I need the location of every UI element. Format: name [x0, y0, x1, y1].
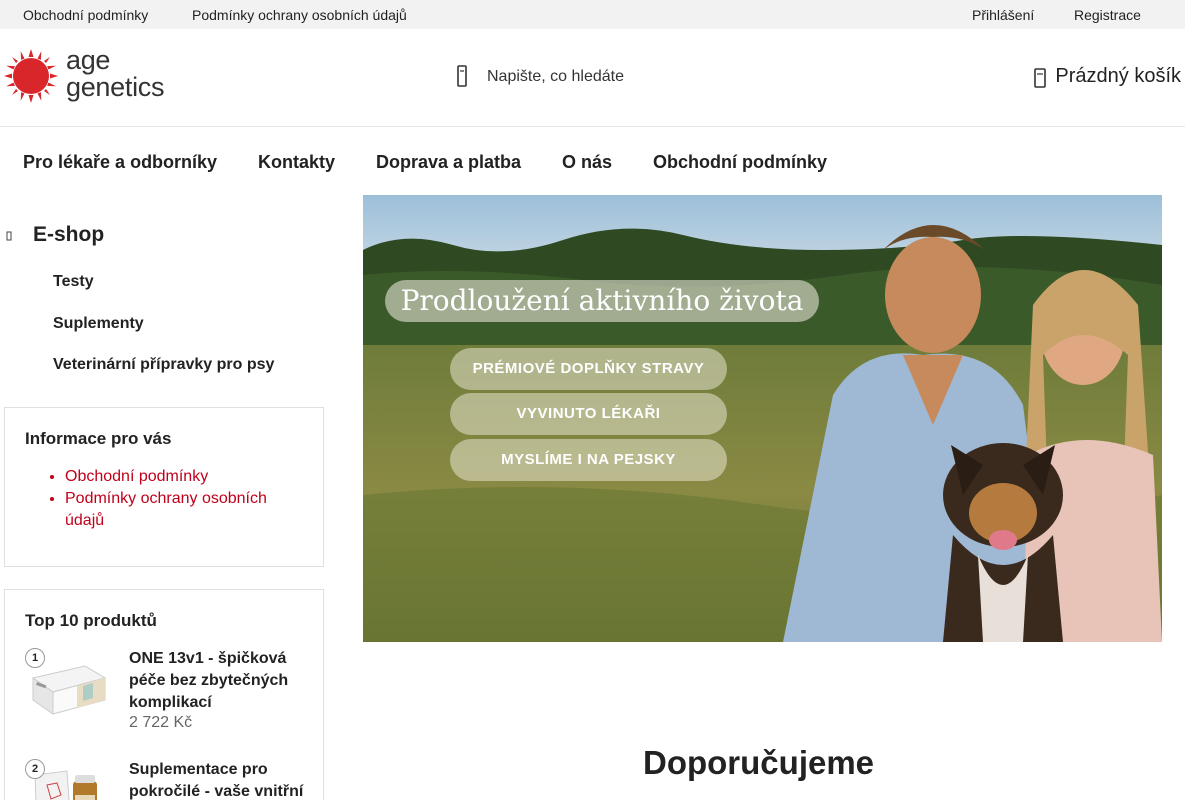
category-veterinary[interactable]: Veterinární přípravky pro psy [53, 356, 274, 374]
top-products-title: Top 10 produktů [25, 611, 157, 630]
product-item[interactable]: 2 Suplementace pro pokročilé - vaše vnit… [25, 759, 315, 800]
hero-banner[interactable]: Prodloužení aktivního života PRÉMIOVÉ DO… [363, 195, 1162, 642]
topbar-link-terms[interactable]: Obchodní podmínky [23, 7, 148, 23]
topbar-link-privacy[interactable]: Podmínky ochrany osobních údajů [192, 7, 407, 23]
chevron-down-icon[interactable] [6, 231, 12, 241]
search-icon[interactable] [452, 63, 472, 89]
cart-button[interactable]: Prázdný košík [1034, 65, 1181, 91]
logo-wordmark: age genetics [66, 47, 164, 101]
list-item: Podmínky ochrany osobních údajů [65, 488, 285, 532]
search-input[interactable]: Napište, co hledáte [487, 68, 624, 86]
product-item[interactable]: 1 ONE 13v1 - špičková péče bez zbytečnýc… [25, 648, 315, 748]
info-links: Obchodní podmínky Podmínky ochrany osobn… [65, 466, 285, 532]
rank-badge: 2 [25, 759, 45, 779]
nav-item-shipping[interactable]: Doprava a platba [376, 152, 521, 173]
site-header: age genetics Napište, co hledáte Prázdný… [0, 29, 1185, 127]
logo-line-2: genetics [66, 72, 165, 102]
product-name[interactable]: ONE 13v1 - špičková péče bez zbytečných … [129, 648, 315, 714]
banner-pill-doctors: VYVINUTO LÉKAŘI [450, 393, 727, 435]
info-link-terms[interactable]: Obchodní podmínky [65, 468, 208, 485]
info-link-privacy[interactable]: Podmínky ochrany osobních údajů [65, 490, 267, 529]
logo[interactable]: age genetics [4, 47, 174, 107]
nav-item-terms[interactable]: Obchodní podmínky [653, 152, 827, 173]
category-supplements[interactable]: Suplementy [53, 315, 144, 333]
top-products-box: Top 10 produktů 1 ONE 13v1 - špičková pé… [4, 589, 324, 800]
cart-label: Prázdný košík [1055, 65, 1181, 87]
nav-item-about[interactable]: O nás [562, 152, 612, 173]
top-bar: Obchodní podmínky Podmínky ochrany osobn… [0, 0, 1185, 29]
product-name[interactable]: Suplementace pro pokročilé - vaše vnitřn… [129, 759, 315, 800]
nav-item-professionals[interactable]: Pro lékaře a odborníky [23, 152, 217, 173]
search-box[interactable]: Napište, co hledáte [452, 63, 752, 91]
category-tests[interactable]: Testy [53, 273, 94, 291]
login-link[interactable]: Přihlášení [972, 7, 1034, 23]
product-price: 2 722 Kč [129, 714, 193, 731]
list-item: Obchodní podmínky [65, 466, 285, 488]
eshop-title[interactable]: E-shop [33, 223, 104, 247]
banner-pill-dogs: MYSLÍME I NA PEJSKY [450, 439, 727, 481]
banner-headline: Prodloužení aktivního života [385, 280, 819, 322]
recommend-section-title: Doporučujeme [643, 744, 875, 781]
main-nav: Pro lékaře a odborníky Kontakty Doprava … [0, 127, 1185, 195]
logo-line-1: age [66, 45, 111, 75]
cart-icon [1034, 68, 1047, 88]
nav-item-contacts[interactable]: Kontakty [258, 152, 335, 173]
info-box-title: Informace pro vás [25, 429, 172, 448]
rank-badge: 1 [25, 648, 45, 668]
info-box: Informace pro vás Obchodní podmínky Podm… [4, 407, 324, 567]
register-link[interactable]: Registrace [1074, 7, 1141, 23]
sun-logo-icon [4, 49, 58, 103]
banner-pill-supplements: PRÉMIOVÉ DOPLŇKY STRAVY [450, 348, 727, 390]
